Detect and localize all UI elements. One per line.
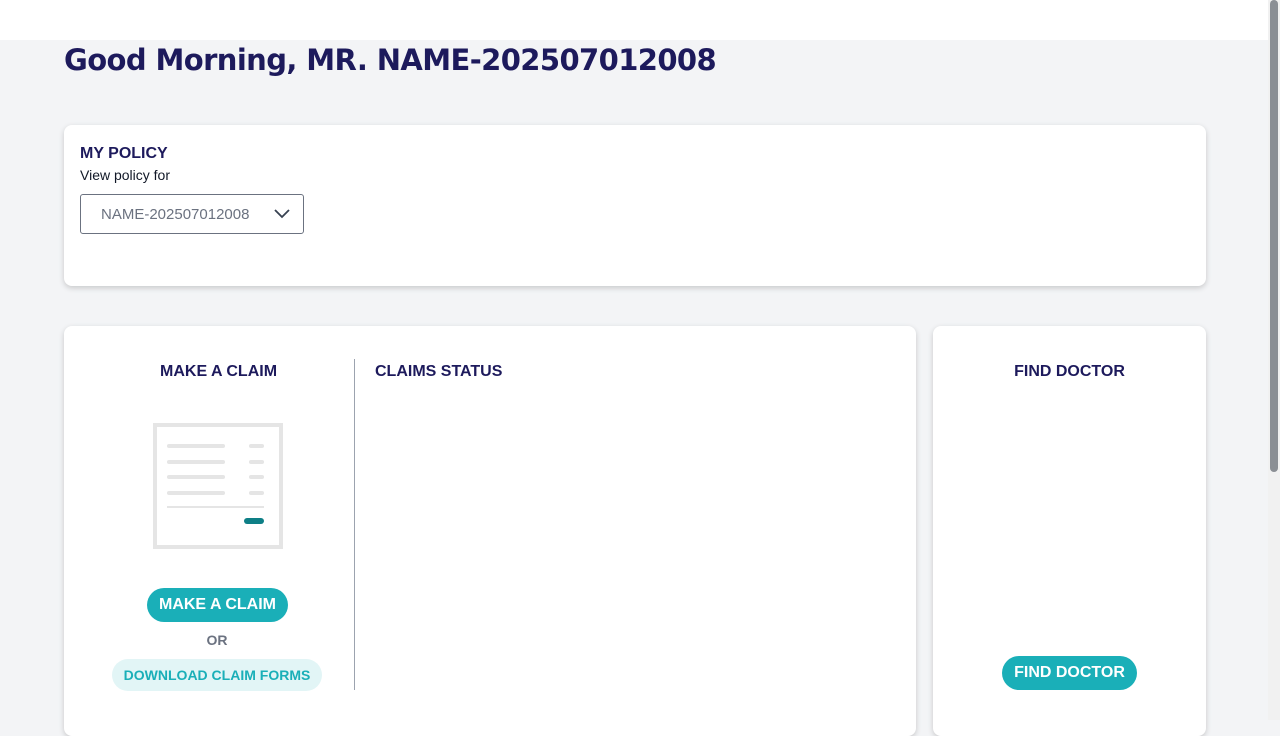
claims-card: MAKE A CLAIM MAKE A CLAIM OR DOWNLOAD CL… — [64, 326, 916, 736]
chevron-down-icon — [273, 205, 291, 228]
my-policy-card: MY POLICY View policy for NAME-202507012… — [64, 125, 1206, 286]
scrollbar-thumb[interactable] — [1270, 0, 1278, 472]
find-doctor-button[interactable]: FIND DOCTOR — [1002, 656, 1137, 690]
find-doctor-card: FIND DOCTOR FIND DOCTOR — [933, 326, 1206, 736]
policy-select[interactable]: NAME-202507012008 — [80, 194, 304, 234]
policy-select-value: NAME-202507012008 — [101, 206, 250, 223]
top-bar — [0, 0, 1268, 40]
greeting-title: Good Morning, MR. NAME-202507012008 — [64, 43, 717, 77]
scrollbar[interactable] — [1268, 0, 1280, 720]
claim-document-icon — [153, 423, 283, 554]
claims-divider — [354, 359, 355, 690]
make-claim-title: MAKE A CLAIM — [160, 363, 278, 380]
policy-subtitle: View policy for — [80, 167, 171, 183]
download-claim-forms-button[interactable]: DOWNLOAD CLAIM FORMS — [112, 659, 322, 691]
claims-status-title: CLAIMS STATUS — [375, 363, 503, 380]
policy-title: MY POLICY — [80, 145, 168, 162]
or-separator: OR — [206, 632, 228, 648]
make-claim-button[interactable]: MAKE A CLAIM — [147, 588, 288, 622]
find-doctor-title: FIND DOCTOR — [1014, 363, 1125, 380]
